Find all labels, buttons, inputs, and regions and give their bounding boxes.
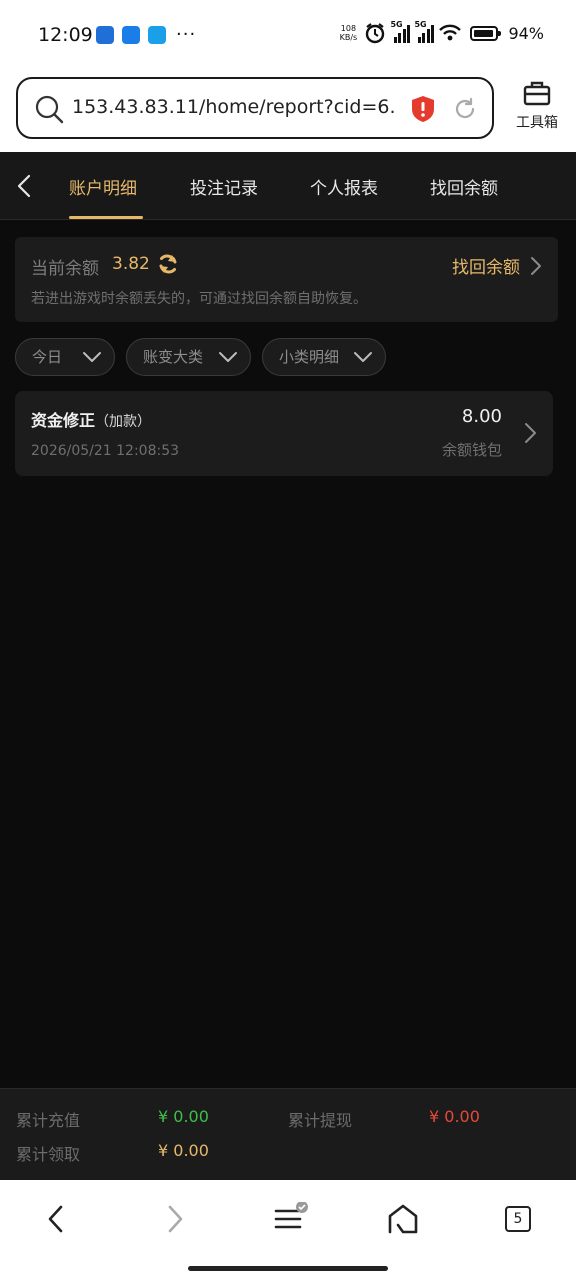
back-icon[interactable] <box>40 1202 74 1236</box>
balance-hint: 若进出游戏时余额丢失的，可通过找回余额自助恢复。 <box>31 291 367 307</box>
toolbox-button[interactable]: 工具箱 <box>506 80 568 132</box>
status-time: 12:09 <box>38 24 93 46</box>
recover-balance-label: 找回余额 <box>452 258 520 278</box>
app-notification-icon <box>148 26 166 44</box>
toolbox-icon <box>523 81 551 106</box>
tab-recover-balance[interactable]: 找回余额 <box>430 174 498 199</box>
chevron-left-icon[interactable] <box>12 172 38 200</box>
transaction-wallet: 余额钱包 <box>441 441 502 459</box>
filter-category[interactable]: 账变大类 <box>126 338 251 376</box>
refresh-icon[interactable] <box>156 252 180 276</box>
chevron-down-icon <box>83 352 101 362</box>
alarm-icon <box>366 23 385 44</box>
tabs-count-button[interactable]: 5 <box>505 1206 531 1232</box>
chevron-down-icon <box>354 352 372 362</box>
report-tabs: 账户明细 投注记录 个人报表 找回余额 <box>0 152 576 220</box>
chevron-right-icon <box>531 256 541 275</box>
total-deposit-label: 累计充值 <box>16 1111 81 1130</box>
more-notifications-icon: ··· <box>176 24 197 45</box>
signal-icon: 5G <box>414 20 435 43</box>
status-right: 108 KB/s 5G 5G 94% <box>336 20 544 44</box>
notification-icons: ··· <box>96 26 196 44</box>
chevron-right-icon <box>525 423 536 443</box>
shield-alert-icon[interactable] <box>410 95 436 123</box>
active-tab-indicator <box>69 216 143 219</box>
app-notification-icon <box>96 26 114 44</box>
balance-label: 当前余额 <box>31 259 99 279</box>
transaction-time: 2026/05/21 12:08:53 <box>31 443 180 459</box>
filter-date-label: 今日 <box>32 348 63 366</box>
summary-footer: 累计充值 ¥ 0.00 累计提现 ¥ 0.00 累计领取 ¥ 0.00 <box>0 1088 576 1180</box>
reload-icon[interactable] <box>452 96 478 122</box>
total-withdraw-value: ¥ 0.00 <box>429 1107 480 1126</box>
status-bar: 12:09 ··· 108 KB/s 5G 5G 94% <box>0 0 576 72</box>
filter-category-label: 账变大类 <box>143 348 204 366</box>
home-indicator[interactable] <box>188 1266 388 1271</box>
filter-subcategory-label: 小类明细 <box>279 348 340 366</box>
transaction-amount: 8.00 <box>461 406 502 427</box>
signal-icon: 5G <box>390 20 411 43</box>
url-text[interactable]: 153.43.83.11/home/report?cid=6... <box>72 96 396 118</box>
balance-value: 3.82 <box>112 254 150 274</box>
chevron-down-icon <box>219 352 237 362</box>
address-bar[interactable]: 153.43.83.11/home/report?cid=6... <box>16 77 494 139</box>
tab-account-detail[interactable]: 账户明细 <box>69 174 137 199</box>
browser-bottom-nav: 5 <box>0 1180 576 1280</box>
net-speed: 108 KB/s <box>339 24 358 42</box>
battery-icon <box>470 25 502 41</box>
total-claim-label: 累计领取 <box>16 1145 81 1164</box>
wifi-icon <box>439 24 462 41</box>
total-claim-value: ¥ 0.00 <box>158 1141 209 1160</box>
menu-icon[interactable] <box>272 1202 312 1236</box>
total-deposit-value: ¥ 0.00 <box>158 1107 209 1126</box>
recover-balance-link[interactable]: 找回余额 <box>452 253 542 278</box>
forward-icon[interactable] <box>157 1202 191 1236</box>
home-icon[interactable] <box>386 1202 420 1236</box>
search-icon <box>35 95 64 124</box>
battery-percent: 94% <box>508 23 544 43</box>
total-withdraw-label: 累计提现 <box>288 1111 353 1130</box>
tab-personal-report[interactable]: 个人报表 <box>310 174 378 199</box>
filter-date[interactable]: 今日 <box>15 338 115 376</box>
transaction-subtitle: （加款） <box>95 414 152 430</box>
transaction-row[interactable]: 资金修正（加款） 2026/05/21 12:08:53 8.00 余额钱包 <box>15 391 553 476</box>
toolbox-label: 工具箱 <box>516 115 558 131</box>
balance-card: 当前余额 3.82 找回余额 若进出游戏时余额丢失的，可通过找回余额自助恢复。 <box>15 237 558 322</box>
filter-subcategory[interactable]: 小类明细 <box>262 338 386 376</box>
transaction-title: 资金修正（加款） <box>31 411 152 430</box>
browser-toolbar: 153.43.83.11/home/report?cid=6... 工具箱 <box>0 72 576 152</box>
tab-bet-records[interactable]: 投注记录 <box>190 174 258 199</box>
app-notification-icon <box>122 26 140 44</box>
